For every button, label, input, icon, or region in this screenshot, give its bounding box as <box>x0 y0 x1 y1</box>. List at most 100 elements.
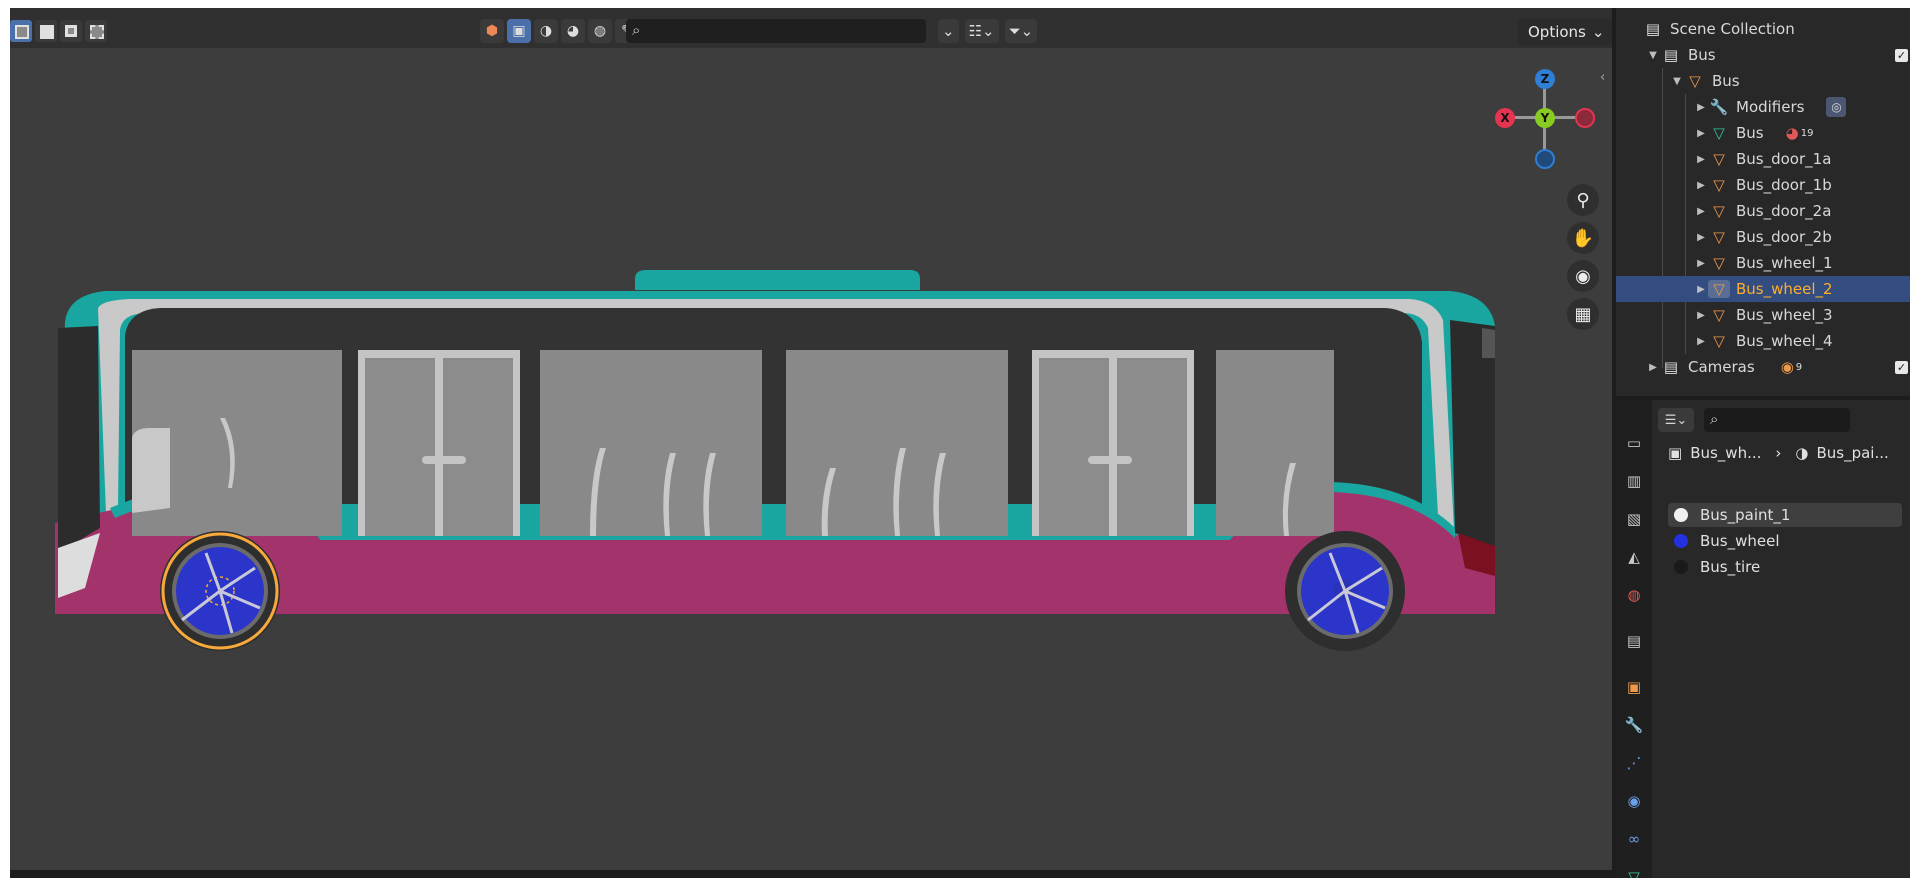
scene-collection-icon: ▤ <box>1645 20 1661 38</box>
properties-panel: ▭ ▥ ▧ ◭ ◍ ▤ ▣ 🔧 ⋰ ◉ ∞ ▽ ☰⌄ ⌕ ▣ Bus_wh...… <box>1616 400 1910 878</box>
outliner-row-bus-door-1b[interactable]: ▶ ▽ Bus_door_1b ◉ <box>1616 172 1910 198</box>
bus-model-render[interactable] <box>10 8 1612 870</box>
material-slot[interactable]: Bus_tire <box>1668 555 1902 579</box>
mesh-data-icon: ▽ <box>1713 124 1725 142</box>
properties-search-input[interactable] <box>1730 410 1848 430</box>
outliner-label: Bus <box>1712 72 1740 90</box>
world-tab-icon[interactable]: ▤ <box>1623 630 1645 652</box>
bus-wheel-rear[interactable] <box>1285 531 1405 651</box>
breadcrumb-object: Bus_wh... <box>1690 444 1762 462</box>
outliner-label: Bus_wheel_2 <box>1736 280 1833 298</box>
editor-type-dropdown[interactable]: ☰⌄ <box>1658 408 1694 432</box>
properties-search-field[interactable]: ⌕ <box>1704 408 1850 432</box>
bus-windows <box>132 350 1334 536</box>
camera-icon: ◉ <box>1780 358 1794 376</box>
material-preview-icon <box>1674 534 1688 548</box>
material-slot[interactable]: Bus_paint_1 <box>1668 503 1902 527</box>
modifier-subsurf-icon[interactable]: ◎ <box>1826 97 1847 117</box>
breadcrumb-material: Bus_pai... <box>1816 444 1889 462</box>
tool-tab-icon[interactable]: ▭ <box>1623 432 1645 454</box>
outliner-row-bus-door-1a[interactable]: ▶ ▽ Bus_door_1a ◉ <box>1616 146 1910 172</box>
expand-arrow-icon[interactable]: ▶ <box>1646 362 1660 373</box>
camera-icon[interactable]: ◉ <box>1567 260 1599 292</box>
outliner-label: Bus_wheel_1 <box>1736 254 1833 272</box>
gizmo-z-axis[interactable]: Z <box>1535 69 1555 89</box>
expand-arrow-icon[interactable]: ▶ <box>1694 310 1708 321</box>
outliner-label: Bus_door_2b <box>1736 228 1832 246</box>
outliner-row-bus-wheel-4[interactable]: ▶ ▽ Bus_wheel_4 ◉ <box>1616 328 1910 354</box>
blender-window: ⬢ ▣ ◑ ◕ ◍ ✎ ⌕ ⌄ ☷⌄ ⏷⌄ Options ⌄ <box>10 8 1910 878</box>
physics-tab-icon[interactable]: ◉ <box>1623 790 1645 812</box>
outliner-row-bus-mesh-data[interactable]: ▶ ▽ Bus ◕ 19 <box>1616 120 1910 146</box>
expand-arrow-icon[interactable]: ▶ <box>1694 336 1708 347</box>
outliner-label: Modifiers <box>1736 98 1805 116</box>
outliner-label: Bus_wheel_3 <box>1736 306 1833 324</box>
expand-arrow-icon[interactable]: ▼ <box>1670 76 1684 87</box>
expand-arrow-icon[interactable]: ▶ <box>1694 258 1708 269</box>
zoom-icon[interactable]: ⚲ <box>1567 184 1599 216</box>
bus-wheel-2-selected[interactable] <box>160 531 280 651</box>
particles-tab-icon[interactable]: ⋰ <box>1623 752 1645 774</box>
gizmo-x-label: X <box>1500 111 1510 125</box>
expand-arrow-icon[interactable]: ▶ <box>1694 128 1708 139</box>
outliner-row-bus-object[interactable]: ▼ ▽ Bus ◉ <box>1616 68 1910 94</box>
gizmo-y-axis[interactable]: Y <box>1535 108 1555 128</box>
material-preview-icon <box>1674 560 1688 574</box>
material-preview-icon <box>1674 508 1688 522</box>
exclude-checkbox[interactable]: ✓ <box>1895 360 1908 374</box>
outliner-row-bus-collection[interactable]: ▼ ▤ Bus ✓ ◉ <box>1616 42 1910 68</box>
view-layer-tab-icon[interactable]: ◭ <box>1623 546 1645 568</box>
gizmo-x-axis[interactable]: X <box>1495 108 1515 128</box>
navigation-gizmo[interactable]: Z Y X <box>1495 63 1595 173</box>
outliner-row-modifiers[interactable]: ▶ 🔧 Modifiers ◎ <box>1616 94 1910 120</box>
3d-viewport[interactable]: ⬢ ▣ ◑ ◕ ◍ ✎ ⌕ ⌄ ☷⌄ ⏷⌄ Options ⌄ <box>10 8 1612 870</box>
mesh-object-icon: ▽ <box>1713 306 1725 324</box>
breadcrumb: ▣ Bus_wh... › ◑ Bus_pai... <box>1668 444 1889 462</box>
constraints-tab-icon[interactable]: ∞ <box>1623 828 1645 850</box>
properties-tab-bar: ▭ ▥ ▧ ◭ ◍ ▤ ▣ 🔧 ⋰ ◉ ∞ ▽ <box>1616 400 1652 878</box>
grid-icon[interactable]: ▦ <box>1567 298 1599 330</box>
expand-arrow-icon[interactable]: ▶ <box>1694 154 1708 165</box>
outliner-row-cameras[interactable]: ▶ ▤ Cameras ◉ 9 ✓ ◉ <box>1616 354 1910 380</box>
hand-pan-icon[interactable]: ✋ <box>1567 222 1599 254</box>
outliner-label: Scene Collection <box>1670 20 1795 38</box>
object-tab-icon[interactable]: ▣ <box>1623 676 1645 698</box>
expand-arrow-icon[interactable]: ▶ <box>1694 284 1708 295</box>
search-icon: ⌕ <box>1710 410 1719 428</box>
outliner-row-bus-wheel-1[interactable]: ▶ ▽ Bus_wheel_1 ◉ <box>1616 250 1910 276</box>
mesh-object-icon: ▽ <box>1713 150 1725 168</box>
expand-arrow-icon[interactable]: ▶ <box>1694 206 1708 217</box>
scene-tab-icon[interactable]: ◍ <box>1623 584 1645 606</box>
outliner-label: Bus <box>1736 124 1764 142</box>
expand-arrow-icon[interactable]: ▶ <box>1694 232 1708 243</box>
chevron-left-icon[interactable]: ‹ <box>1600 70 1605 85</box>
expand-arrow-icon[interactable]: ▶ <box>1694 180 1708 191</box>
material-slot-name: Bus_paint_1 <box>1700 506 1791 524</box>
output-tab-icon[interactable]: ▧ <box>1623 508 1645 530</box>
material-icon: ◑ <box>1795 444 1809 462</box>
expand-arrow-icon[interactable]: ▶ <box>1694 102 1708 113</box>
mesh-object-icon: ▽ <box>1713 228 1725 246</box>
mesh-data-tab-icon[interactable]: ▽ <box>1623 866 1645 878</box>
modifier-tab-icon[interactable]: 🔧 <box>1623 714 1645 736</box>
outliner-label: Cameras <box>1688 358 1755 376</box>
material-count-badge: 19 <box>1800 127 1814 139</box>
gizmo-neg-z-axis[interactable] <box>1535 149 1555 169</box>
render-tab-icon[interactable]: ▥ <box>1623 470 1645 492</box>
outliner-row-bus-door-2b[interactable]: ▶ ▽ Bus_door_2b ◉ <box>1616 224 1910 250</box>
outliner-row-bus-wheel-2[interactable]: ▶ ▽ Bus_wheel_2 ◉ <box>1616 276 1910 302</box>
gizmo-neg-x-axis[interactable] <box>1575 108 1595 128</box>
mesh-object-icon: ▽ <box>1713 332 1725 350</box>
exclude-checkbox[interactable]: ✓ <box>1895 48 1908 62</box>
mesh-object-icon: ▽ <box>1689 72 1701 90</box>
outliner-scene-collection[interactable]: ▤ Scene Collection <box>1616 16 1910 42</box>
chevron-right-icon: › <box>1775 444 1782 462</box>
outliner-row-bus-door-2a[interactable]: ▶ ▽ Bus_door_2a ◉ <box>1616 198 1910 224</box>
wrench-icon: 🔧 <box>1709 98 1729 116</box>
outliner-label: Bus <box>1688 46 1716 64</box>
mesh-object-icon: ▽ <box>1713 176 1725 194</box>
material-slot[interactable]: Bus_wheel <box>1668 529 1902 553</box>
mesh-object-icon: ▽ <box>1708 280 1730 298</box>
outliner-row-bus-wheel-3[interactable]: ▶ ▽ Bus_wheel_3 ◉ <box>1616 302 1910 328</box>
expand-arrow-icon[interactable]: ▼ <box>1646 50 1660 61</box>
